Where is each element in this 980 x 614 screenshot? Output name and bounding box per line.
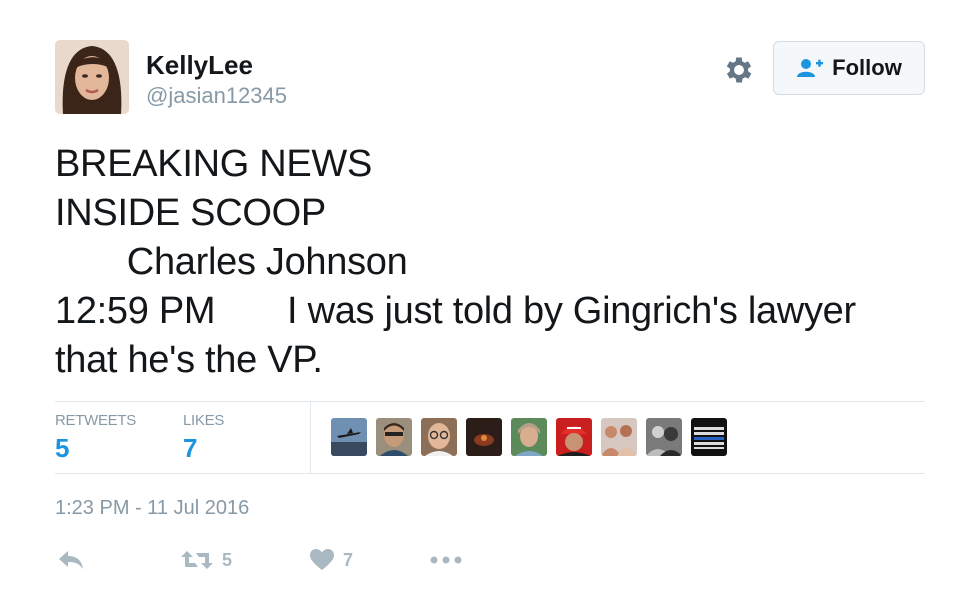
airplane-sky-avatar[interactable] xyxy=(331,418,367,456)
retweets-label[interactable]: RETWEETS xyxy=(55,412,136,429)
flag-logo-avatar[interactable] xyxy=(691,418,727,456)
tweet-timestamp[interactable]: 1:23 PM - 11 Jul 2016 xyxy=(55,497,249,520)
retweet-icon xyxy=(181,551,213,569)
dark-scene-avatar[interactable] xyxy=(466,418,502,456)
tweet-line: that he's the VP. xyxy=(55,339,323,381)
woman-outdoor-avatar[interactable] xyxy=(511,418,547,456)
retweet-button[interactable]: 5 xyxy=(180,543,232,577)
bw-photo-avatar[interactable] xyxy=(646,418,682,456)
user-handle[interactable]: @jasian12345 xyxy=(146,83,287,109)
group-people-avatar[interactable] xyxy=(601,418,637,456)
tweet-line: Charles Johnson xyxy=(55,241,408,283)
likes-count[interactable]: 7 xyxy=(183,433,197,464)
heart-icon xyxy=(310,549,334,570)
tweet-text: BREAKING NEWS INSIDE SCOOP Charles Johns… xyxy=(55,140,935,385)
likes-label[interactable]: LIKES xyxy=(183,412,224,429)
man-sunglasses-avatar[interactable] xyxy=(376,418,412,456)
reply-button[interactable] xyxy=(57,543,85,577)
reply-icon xyxy=(59,551,83,569)
stats-bottom-divider xyxy=(55,473,925,474)
stats-top-divider xyxy=(55,401,925,402)
add-user-icon xyxy=(797,59,824,77)
tweet-line: BREAKING NEWS xyxy=(55,143,373,185)
follow-button[interactable]: Follow xyxy=(773,41,925,95)
display-name[interactable]: KellyLee xyxy=(146,50,253,81)
follow-button-label: Follow xyxy=(832,55,902,80)
liker-avatars xyxy=(331,418,727,456)
stats-vertical-divider xyxy=(310,402,311,473)
more-button[interactable] xyxy=(429,543,463,577)
profile-photo-icon xyxy=(55,40,129,114)
gear-icon[interactable] xyxy=(722,53,756,87)
like-action-count: 7 xyxy=(343,549,354,570)
like-button[interactable]: 7 xyxy=(309,543,353,577)
profile-avatar[interactable] xyxy=(55,40,129,114)
man-glasses-avatar[interactable] xyxy=(421,418,457,456)
red-hat-avatar[interactable] xyxy=(556,418,592,456)
tweet-line: 12:59 PM I was just told by Gingrich's l… xyxy=(55,290,856,332)
retweets-count[interactable]: 5 xyxy=(55,433,69,464)
tweet-line: INSIDE SCOOP xyxy=(55,192,326,234)
more-dots-icon xyxy=(430,556,462,564)
retweet-action-count: 5 xyxy=(222,549,233,570)
